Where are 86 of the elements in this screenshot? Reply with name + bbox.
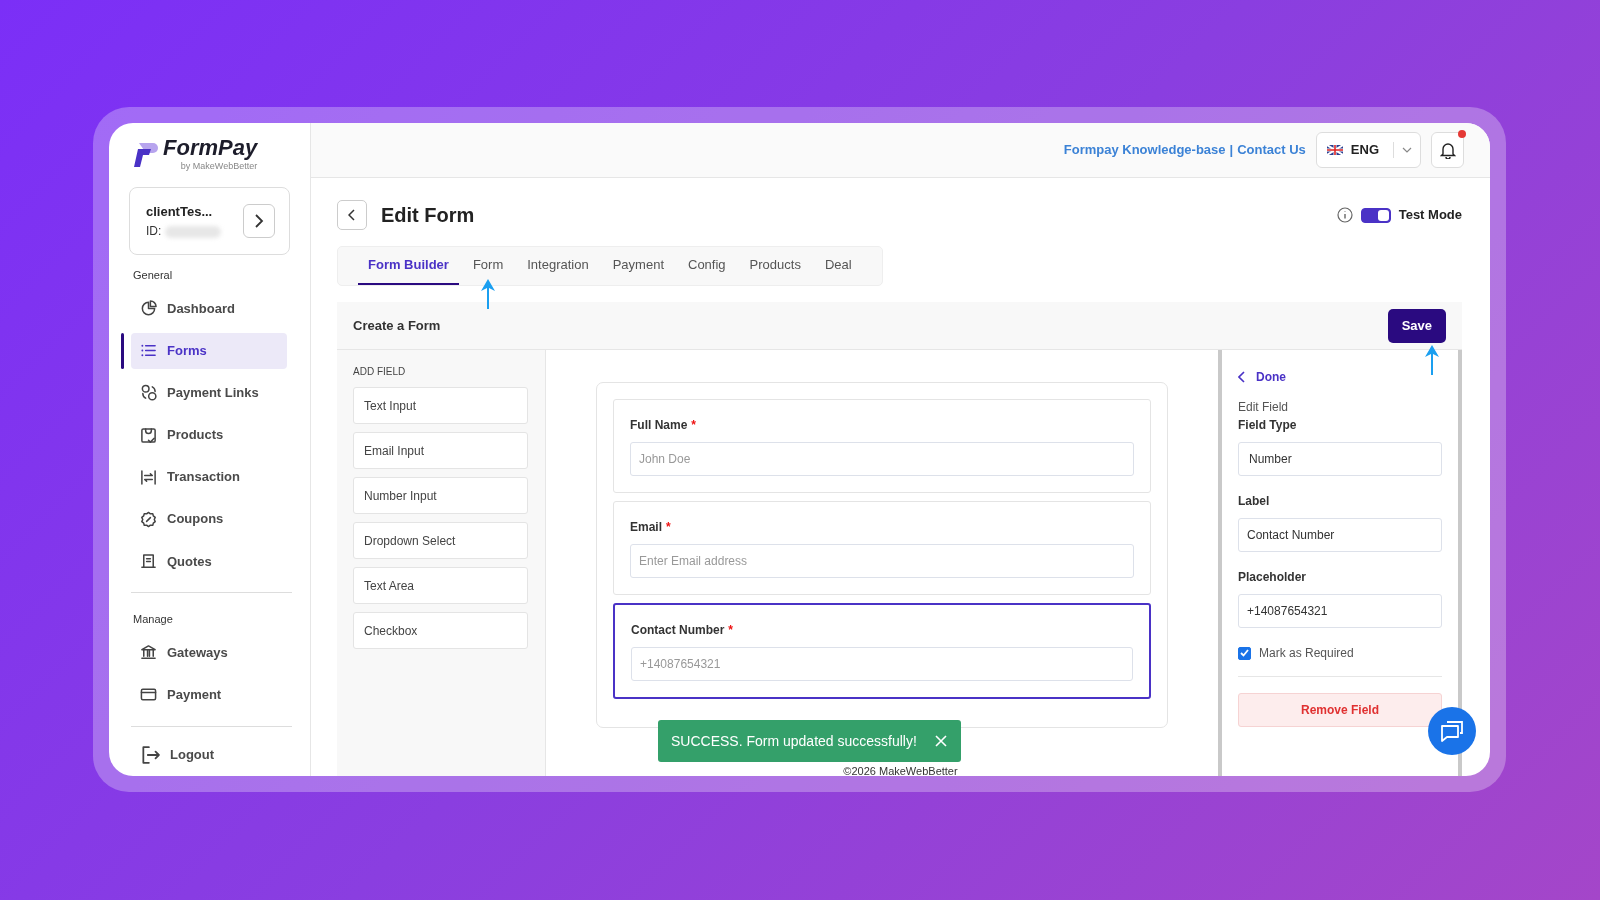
logout-button[interactable]: Logout (131, 737, 287, 774)
close-button[interactable] (934, 735, 947, 747)
brand-tagline: by MakeWebBetter (179, 160, 258, 173)
coins-icon (140, 384, 157, 402)
tab[interactable]: Form Builder (358, 247, 459, 285)
input-field[interactable]: +14087654321 (631, 647, 1133, 681)
transfer-icon (140, 468, 157, 486)
back-button[interactable] (337, 200, 367, 230)
field-label: Placeholder (1238, 569, 1308, 586)
tab[interactable]: Integration (517, 247, 599, 285)
field-type-button[interactable]: Email Input (353, 432, 528, 469)
caret-icon (1402, 147, 1412, 153)
receipt-icon (140, 552, 157, 570)
bag-check-icon (140, 426, 157, 444)
sidebar-item[interactable]: Products (131, 417, 287, 454)
arrow-icon (480, 279, 496, 309)
footer-text: ©2026 MakeWebBetter (842, 764, 959, 776)
checkbox-label: Mark as Required (1259, 645, 1354, 662)
done-button[interactable]: Done (1238, 368, 1286, 386)
toast-message: SUCCESS. Form updated successfully! (671, 731, 917, 751)
sidebar-item[interactable]: Payment Links (131, 374, 287, 412)
field-type-button[interactable]: Checkbox (353, 612, 528, 649)
coupon-icon (140, 510, 157, 528)
field-type-select[interactable]: Number (1238, 442, 1442, 476)
tab[interactable]: Form (462, 247, 514, 285)
field-label: Contact Number * (631, 622, 734, 639)
field-type-button[interactable]: Number Input (353, 477, 528, 514)
bell-icon (1439, 141, 1456, 159)
form-field-card[interactable]: Full Name * John Doe (613, 399, 1151, 493)
link-separator: | (1229, 141, 1234, 160)
info-icon (1336, 207, 1353, 223)
notification-button[interactable] (1431, 132, 1464, 168)
header-link[interactable]: Contact Us (1237, 140, 1306, 160)
sidebar-item[interactable]: Quotes (131, 543, 287, 580)
chevron-right-icon (254, 214, 264, 229)
panel-heading: Edit Field (1238, 399, 1290, 416)
palette-heading: ADD FIELD (353, 365, 407, 379)
input-field[interactable]: Enter Email address (630, 544, 1134, 578)
sidebar-item[interactable]: Gateways (131, 634, 287, 671)
section-heading: Manage (132, 612, 174, 628)
chat-button[interactable] (1428, 707, 1476, 755)
chevron-left-icon (348, 209, 356, 221)
account-name: clientTes... (146, 202, 214, 221)
logout-icon (140, 745, 160, 766)
sidebar-item[interactable]: Coupons (131, 501, 287, 538)
field-label: Label (1238, 493, 1271, 510)
sidebar-item[interactable]: Payment (131, 676, 287, 713)
bank-icon (140, 644, 157, 662)
input-field[interactable]: Contact Number (1238, 518, 1442, 552)
form-field-card[interactable]: Contact Number * +14087654321 (613, 603, 1151, 699)
logo-icon (133, 141, 159, 169)
form-field-card[interactable]: Email * Enter Email address (613, 501, 1151, 595)
flag-icon (1326, 145, 1343, 155)
field-type-button[interactable]: Text Input (353, 387, 528, 424)
save-button[interactable]: Save (1387, 308, 1446, 343)
field-type-button[interactable]: Text Area (353, 567, 528, 604)
input-field[interactable]: John Doe (630, 442, 1134, 476)
field-label: Field Type (1238, 417, 1298, 434)
page-title: Edit Form (381, 203, 475, 227)
brand-name: FormPay (163, 135, 258, 160)
section-title: Create a Form (353, 316, 441, 335)
language-select[interactable]: ENG (1315, 132, 1421, 168)
sidebar-item[interactable]: Transaction (131, 459, 287, 496)
field-type-button[interactable]: Dropdown Select (353, 522, 528, 559)
blurred-mask (165, 225, 222, 238)
toggle-label: Test Mode (1398, 206, 1462, 225)
close-icon (934, 735, 947, 747)
remove-button[interactable]: Remove Field (1238, 693, 1442, 727)
expand-button[interactable] (243, 204, 275, 239)
account-id-label: ID: (146, 224, 162, 239)
sidebar-item[interactable]: Dashboard (131, 290, 287, 327)
pie-chart-icon (140, 300, 157, 318)
chevron-left-icon (1238, 371, 1246, 383)
chat-icon (1440, 720, 1464, 742)
checkbox[interactable] (1238, 646, 1251, 660)
tab[interactable]: Payment (602, 247, 674, 285)
section-heading: General (132, 268, 174, 284)
arrow-icon (1424, 345, 1440, 375)
tab[interactable]: Config (678, 247, 736, 285)
input-field[interactable]: +14087654321 (1238, 594, 1442, 628)
tab[interactable]: Deal (814, 247, 862, 285)
header-link[interactable]: Formpay Knowledge-base (1063, 140, 1226, 160)
toggle-switch[interactable] (1360, 207, 1391, 223)
field-label: Full Name * (630, 417, 698, 434)
tab[interactable]: Products (739, 247, 811, 285)
field-label: Email * (630, 519, 672, 536)
